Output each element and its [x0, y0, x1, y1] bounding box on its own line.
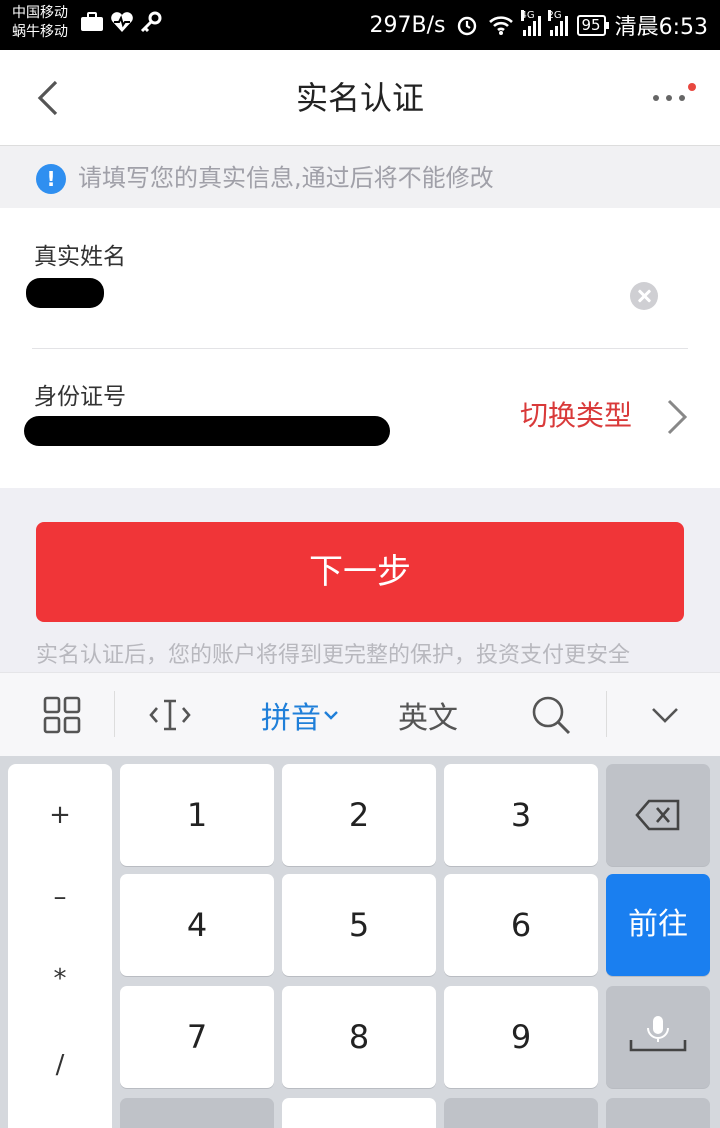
id-number-input[interactable]: [24, 416, 390, 446]
status-notification-icons: [80, 11, 162, 33]
signal-icon-2: 2G: [547, 10, 568, 36]
digit-key[interactable]: 5: [282, 874, 436, 976]
network-type-1: 4G: [520, 10, 535, 21]
bottom-key[interactable]: [120, 1098, 274, 1128]
hide-keyboard-button[interactable]: [640, 673, 690, 757]
backspace-icon: [635, 799, 680, 831]
digit-key[interactable]: 1: [120, 764, 274, 866]
english-mode-button[interactable]: 英文: [384, 673, 472, 757]
digit-key[interactable]: 8: [282, 986, 436, 1088]
wifi-icon: [488, 16, 513, 35]
briefcase-icon: [81, 12, 103, 31]
cursor-move-button[interactable]: [140, 673, 200, 757]
chevron-right-icon[interactable]: [660, 396, 694, 438]
symbol-key[interactable]: –: [8, 882, 112, 912]
network-type-2: 2G: [547, 10, 562, 21]
security-footnote: 实名认证后，您的账户将得到更完整的保护，投资支付更安全: [36, 643, 631, 668]
symbol-column: + – * /: [8, 764, 112, 1128]
switch-type-link[interactable]: 切换类型: [520, 396, 632, 436]
digit-key[interactable]: 4: [120, 874, 274, 976]
microphone-icon: [629, 1016, 687, 1052]
toolbar-separator: [606, 691, 607, 737]
status-right: 297B/s 4G 2G 95 清晨6:53: [370, 9, 708, 41]
form-divider: [32, 348, 688, 349]
signal-icon: 4G: [520, 10, 541, 36]
english-label: 英文: [398, 701, 458, 736]
nav-bar: 实名认证: [0, 50, 720, 146]
text-cursor-icon: [149, 699, 191, 731]
keyboard-toolbar: 拼音 英文: [0, 672, 720, 756]
digit-key[interactable]: 7: [120, 986, 274, 1088]
voice-input-key[interactable]: [606, 986, 710, 1088]
heart-rate-icon: [111, 12, 133, 33]
battery-icon: 95: [576, 14, 609, 36]
net-speed: 297B/s: [369, 12, 446, 38]
toolbar-separator: [114, 691, 115, 737]
search-icon: [532, 696, 571, 735]
carrier-1: 中国移动: [12, 5, 68, 21]
info-icon: !: [36, 164, 66, 194]
symbol-key[interactable]: +: [8, 800, 112, 830]
bottom-key[interactable]: [606, 1098, 710, 1128]
name-label: 真实姓名: [34, 244, 126, 270]
notice-text: 请填写您的真实信息,通过后将不能修改: [78, 164, 494, 192]
chevron-down-icon: [652, 708, 678, 723]
digit-key[interactable]: 9: [444, 986, 598, 1088]
go-key[interactable]: 前往: [606, 874, 710, 976]
chevron-down-icon: [324, 711, 338, 720]
alarm-icon: [457, 16, 476, 36]
digit-key[interactable]: 2: [282, 764, 436, 866]
grid-icon: [43, 696, 81, 734]
symbol-key[interactable]: /: [8, 1050, 112, 1080]
key-icon: [140, 11, 162, 33]
keyboard-search-button[interactable]: [526, 673, 576, 757]
status-bar: 中国移动 蜗牛移动 297B/s 4G 2G 95 清晨6:53: [0, 0, 720, 50]
name-input[interactable]: [26, 278, 104, 308]
digit-key[interactable]: 6: [444, 874, 598, 976]
clear-icon[interactable]: [630, 282, 658, 310]
id-number-label: 身份证号: [34, 384, 126, 410]
symbol-key[interactable]: *: [8, 964, 112, 994]
bottom-key[interactable]: [444, 1098, 598, 1128]
digit-key[interactable]: 3: [444, 764, 598, 866]
bottom-key[interactable]: [282, 1098, 436, 1128]
carrier-names: 中国移动 蜗牛移动: [12, 4, 68, 42]
pinyin-label: 拼音: [261, 701, 321, 736]
carrier-2: 蜗牛移动: [12, 24, 68, 40]
pinyin-mode-button[interactable]: 拼音: [250, 673, 350, 757]
page-title: 实名认证: [295, 79, 424, 117]
keyboard-menu-button[interactable]: [30, 673, 94, 757]
next-step-button[interactable]: 下一步: [36, 522, 684, 622]
backspace-key[interactable]: [606, 764, 710, 866]
numeric-keypad: + – * / 1 2 3 4 5 6 前往 7 8 9: [0, 756, 720, 1128]
more-options-icon[interactable]: [648, 82, 696, 112]
clock: 清晨6:53: [614, 15, 708, 40]
